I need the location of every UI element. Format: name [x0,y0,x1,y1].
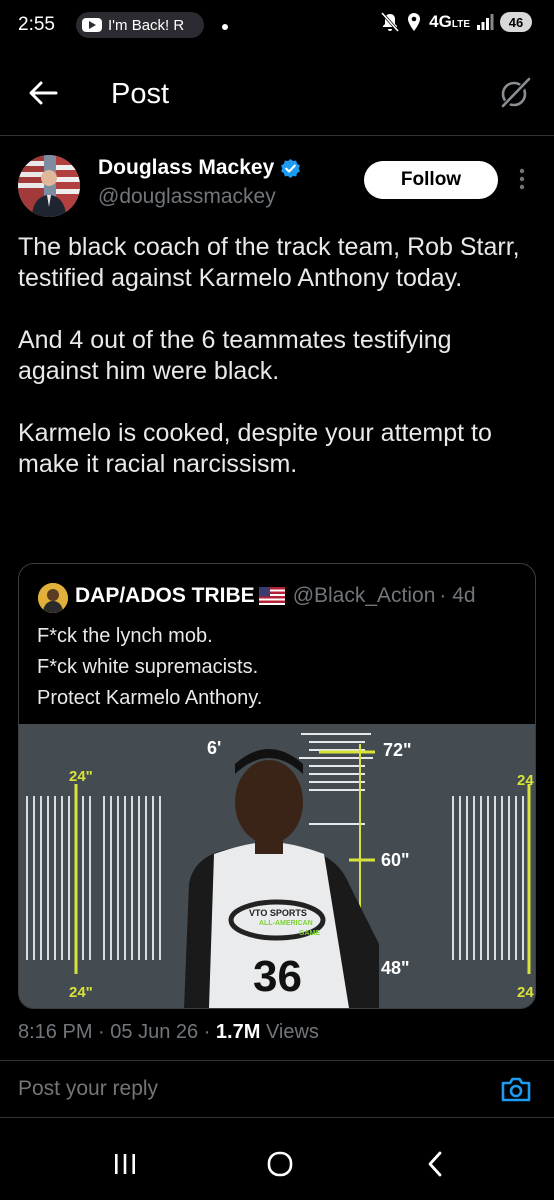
notification-dot [222,24,228,30]
system-nav-bar [0,1130,554,1200]
notification-text: I'm Back! R [108,16,185,34]
author-handle[interactable]: @douglassmackey [98,185,276,209]
quoted-post[interactable]: DAP/ADOS TRIBE @Black_Action · 4d F*ck t… [18,563,536,1009]
status-time: 2:55 [18,14,55,35]
shirt-logo-subtext: ALL-AMERICAN [259,920,313,927]
author-avatar[interactable] [18,155,80,217]
verified-badge-icon [281,158,301,178]
photo-label-6ft: 6' [207,738,222,758]
post-time: 8:16 PM [18,1021,93,1043]
quote-text: F*ck the lynch mob. F*ck white supremaci… [37,621,262,714]
quote-line: F*ck the lynch mob. [37,625,213,647]
reply-input[interactable] [18,1077,458,1101]
battery-icon: 46 [500,12,532,32]
signal-icon [477,14,494,30]
post-header: Post [0,52,554,136]
back-arrow-icon[interactable] [28,80,58,106]
quote-avatar [38,583,68,613]
photo-label-left-top: 24" [69,768,93,785]
photo-label-60: 60" [381,850,410,870]
youtube-icon [82,18,102,32]
us-flag-icon [258,587,285,605]
network-type: 4GLTE [429,12,470,31]
jersey-number: 36 [253,952,302,1001]
media-notification-pill[interactable]: I'm Back! R [76,12,204,38]
quote-line: F*ck white supremacists. [37,656,259,678]
back-icon[interactable] [425,1150,445,1178]
photo-label-left-bottom: 24" [69,984,93,1001]
shirt-logo-subtext-2: GAME [299,930,320,937]
post-meta: 8:16 PM · 05 Jun 26 · 1.7M Views [18,1021,319,1043]
photo-label-right-top: 24 [517,772,534,789]
status-bar: 2:55 I'm Back! R 4GLTE 46 [0,0,554,52]
avatar-image [18,155,80,217]
camera-icon[interactable] [500,1075,532,1103]
post-text: The black coach of the track team, Rob S… [18,232,538,511]
location-icon [408,13,421,31]
follow-button[interactable]: Follow [364,161,498,199]
more-options-icon[interactable] [518,167,526,191]
system-icons: 4GLTE 46 [381,12,532,32]
quote-photo[interactable]: 6' 72" 60" 48" 24" 24" 24 24 VTO SPORTS … [19,724,535,1008]
views-label: Views [265,1021,319,1043]
page-title: Post [111,78,170,110]
shirt-logo-text: VTO SPORTS [249,908,307,918]
photo-label-48: 48" [381,958,410,978]
post-paragraph: Karmelo is cooked, despite your attempt … [18,419,499,478]
photo-label-72: 72" [383,740,412,760]
author-name[interactable]: Douglass Mackey [98,156,301,180]
post-date: 05 Jun 26 [110,1021,199,1043]
quote-author-handle: @Black_Action [292,584,436,607]
quote-line: Protect Karmelo Anthony. [37,687,263,709]
home-icon[interactable] [266,1150,294,1178]
quote-author-name: DAP/ADOS TRIBE [75,584,255,607]
photo-label-right-bottom: 24 [517,984,534,1001]
quote-age: · 4d [439,584,476,607]
grok-icon[interactable] [498,76,532,110]
recents-icon[interactable] [112,1152,138,1176]
mute-icon [381,12,400,32]
quote-header: DAP/ADOS TRIBE @Black_Action · 4d [75,584,476,608]
post-paragraph: The black coach of the track team, Rob S… [18,233,527,292]
post-paragraph: And 4 out of the 6 teammates testifying … [18,326,459,385]
views-count[interactable]: 1.7M [216,1021,260,1043]
reply-bar [0,1060,554,1118]
